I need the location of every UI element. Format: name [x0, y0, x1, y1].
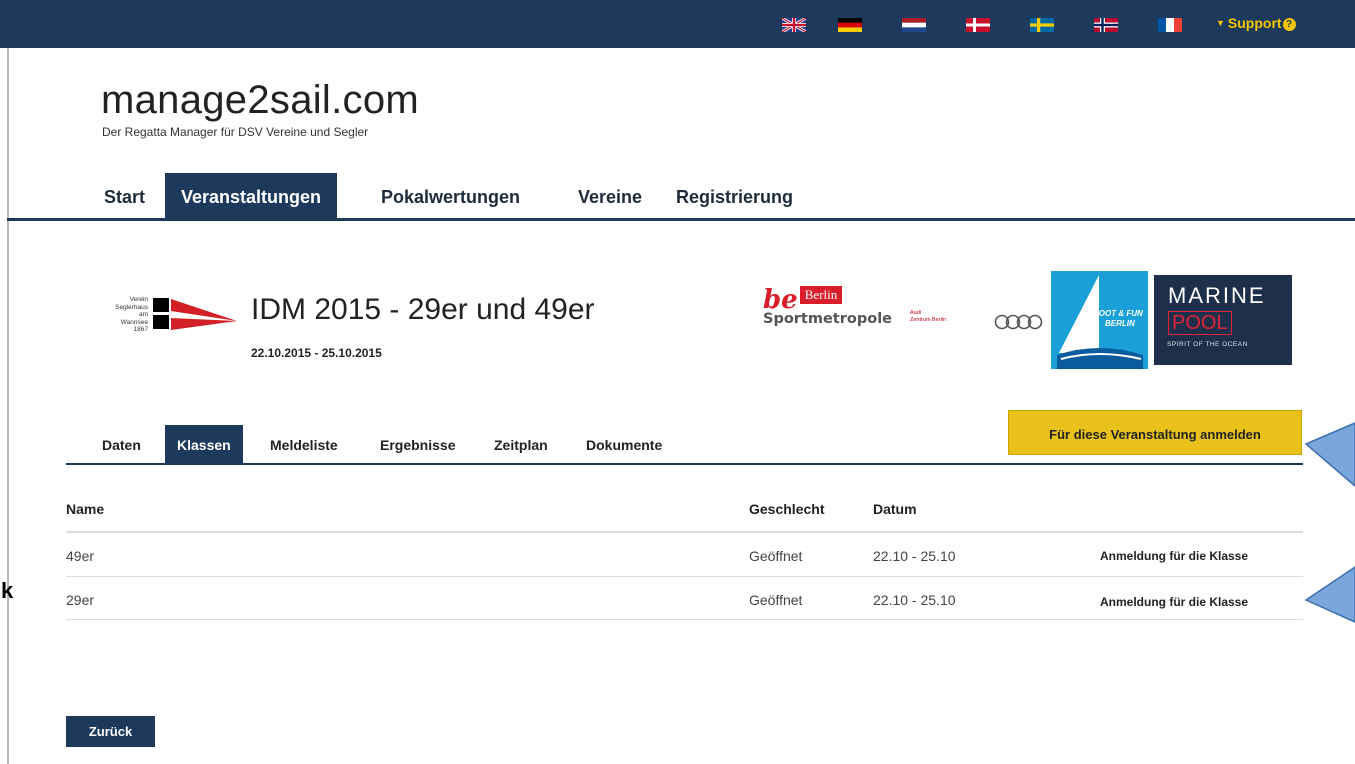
column-header-name: Name [66, 501, 105, 517]
class-register-link[interactable]: Anmeldung für die Klasse [1100, 595, 1248, 609]
class-dates: 22.10 - 25.10 [873, 592, 956, 608]
uk-flag-icon[interactable] [782, 18, 806, 32]
audi-rings-logo [994, 314, 1044, 335]
event-dates: 22.10.2015 - 25.10.2015 [251, 346, 382, 360]
callout-arrow-register [1304, 422, 1355, 487]
nav-veranstaltungen[interactable]: Veranstaltungen [165, 173, 338, 219]
support-menu[interactable]: ▼ Support? [1216, 15, 1296, 31]
question-circle-icon: ? [1282, 18, 1296, 31]
nav-pokalwertungen[interactable]: Pokalwertungen [365, 173, 536, 219]
class-status: Geöffnet [749, 592, 803, 608]
tab-daten[interactable]: Daten [90, 425, 153, 463]
nav-start[interactable]: Start [88, 173, 161, 219]
tab-klassen[interactable]: Klassen [165, 425, 243, 463]
column-header-datum: Datum [873, 501, 917, 517]
germany-flag-icon[interactable] [838, 18, 862, 32]
back-button[interactable]: Zurück [66, 716, 155, 747]
denmark-flag-icon[interactable] [966, 18, 990, 32]
france-flag-icon[interactable] [1158, 18, 1182, 32]
tab-zeitplan[interactable]: Zeitplan [482, 425, 560, 463]
top-bar: ▼ Support? [0, 0, 1355, 48]
caret-down-icon: ▼ [1216, 18, 1225, 28]
row-divider [66, 619, 1303, 620]
nav-registrierung[interactable]: Registrierung [660, 173, 809, 219]
support-label: Support [1227, 15, 1282, 31]
sponsor-be-berlin-logo: be Berlin Sportmetropole [763, 285, 892, 327]
column-header-geschlecht: Geschlecht [749, 501, 825, 517]
sweden-flag-icon[interactable] [1030, 18, 1054, 32]
tab-meldeliste[interactable]: Meldeliste [258, 425, 350, 463]
class-status: Geöffnet [749, 548, 803, 564]
table-header-divider [66, 531, 1303, 533]
row-divider [66, 576, 1303, 577]
netherlands-flag-icon[interactable] [902, 18, 926, 32]
main-nav-underline [7, 218, 1355, 221]
site-logo-title[interactable]: manage2sail.com [101, 78, 419, 123]
event-title: IDM 2015 - 29er und 49er [251, 293, 595, 326]
sponsor-audi-text: Audi Zentrum Berlin [910, 310, 947, 323]
left-border [7, 48, 9, 764]
club-logo-text: Verein Seglerhaus am Wannsee 1867 [115, 296, 148, 334]
annotation-text: k [1, 578, 14, 603]
nav-vereine[interactable]: Vereine [562, 173, 658, 219]
norway-flag-icon[interactable] [1094, 18, 1118, 32]
class-register-link[interactable]: Anmeldung für die Klasse [1100, 549, 1248, 563]
tab-ergebnisse[interactable]: Ergebnisse [368, 425, 467, 463]
tab-dokumente[interactable]: Dokumente [574, 425, 674, 463]
class-name: 49er [66, 548, 95, 564]
class-dates: 22.10 - 25.10 [873, 548, 956, 564]
sponsor-marine-pool-logo: MARINE POOL SPIRIT OF THE OCEAN [1154, 275, 1292, 365]
class-name: 29er [66, 592, 95, 608]
callout-arrow-class [1304, 566, 1355, 623]
sponsor-boot-fun-logo: BOOT & FUN BERLIN [1051, 271, 1148, 369]
register-event-button[interactable]: Für diese Veranstaltung anmelden [1008, 410, 1302, 455]
subtabs-underline [66, 463, 1303, 465]
callout-arrows [1304, 422, 1355, 623]
site-tagline: Der Regatta Manager für DSV Vereine und … [102, 125, 369, 139]
